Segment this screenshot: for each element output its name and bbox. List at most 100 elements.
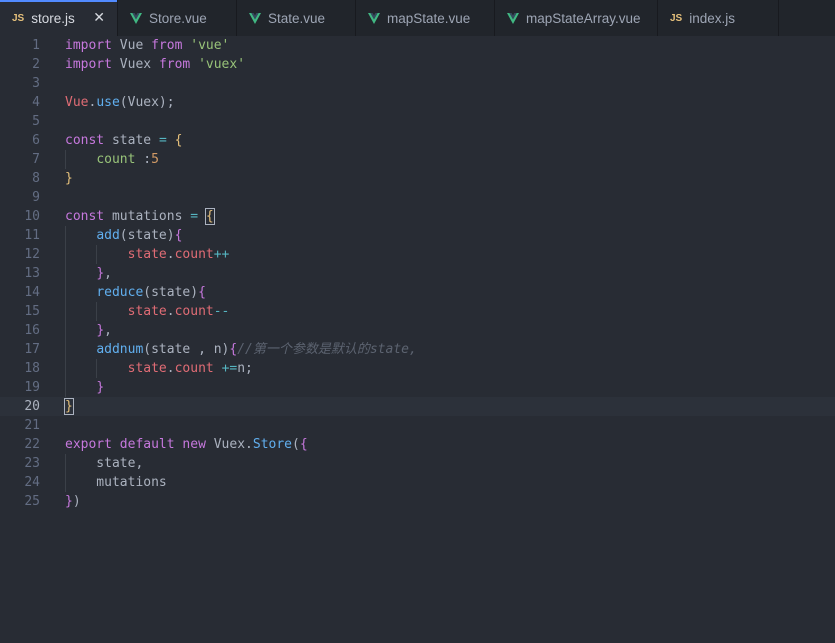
tab-mapstatearray-vue[interactable]: mapStateArray.vue xyxy=(495,0,658,36)
code-line[interactable]: 8} xyxy=(0,169,835,188)
code-line[interactable]: 13 }, xyxy=(0,264,835,283)
line-number: 22 xyxy=(24,437,40,452)
code-text: }, xyxy=(65,264,112,283)
code-token: const xyxy=(65,209,105,224)
code-token: = xyxy=(190,209,199,224)
code-token: -- xyxy=(213,304,230,319)
code-line[interactable]: 21 xyxy=(0,416,835,435)
code-line[interactable]: 15 state.count-- xyxy=(0,302,835,321)
code-line[interactable]: 2 import Vuex from 'vuex' xyxy=(0,55,835,74)
tab-store-js[interactable]: JS store.js ✕ xyxy=(0,0,118,36)
code-line[interactable]: 6 const state = { xyxy=(0,131,835,150)
code-line[interactable]: 22 export default new Vuex.Store({ xyxy=(0,435,835,454)
line-number: 15 xyxy=(24,304,40,319)
code-token: Store xyxy=(252,437,293,452)
line-number: 21 xyxy=(24,418,40,433)
tab-label: State.vue xyxy=(268,10,326,26)
code-token: (state , n) xyxy=(143,342,230,357)
js-icon: JS xyxy=(670,12,683,24)
code-token: (state) xyxy=(143,285,199,300)
js-icon: JS xyxy=(12,12,25,24)
tab-label: mapState.vue xyxy=(387,10,471,26)
code-token: 'vuex' xyxy=(198,57,246,72)
code-token: count xyxy=(174,247,214,262)
code-token: new xyxy=(182,437,206,452)
code-token: Vuex xyxy=(111,57,159,72)
code-token: addnum xyxy=(96,342,144,357)
code-text: state.count +=n; xyxy=(65,359,253,378)
code-line[interactable]: 16 }, xyxy=(0,321,835,340)
tab-index-js[interactable]: JS index.js xyxy=(658,0,779,36)
code-token: { xyxy=(198,285,206,300)
code-line[interactable]: 1 import Vue from 'vue' xyxy=(0,36,835,55)
code-token: ( xyxy=(292,437,300,452)
tab-label: index.js xyxy=(689,10,736,26)
tab-store-vue[interactable]: Store.vue xyxy=(118,0,237,36)
code-token: = xyxy=(158,133,167,148)
code-line[interactable]: 17 addnum(state , n){//第一个参数是默认的state, xyxy=(0,340,835,359)
line-number: 25 xyxy=(24,494,40,509)
code-line[interactable]: 20} xyxy=(0,397,835,416)
code-text: export default new Vuex.Store({ xyxy=(65,435,308,454)
line-number: 4 xyxy=(32,95,40,110)
code-token: mutations xyxy=(104,209,191,224)
line-number: 11 xyxy=(24,228,40,243)
code-text: } xyxy=(64,397,74,416)
code-line[interactable]: 10 const mutations = { xyxy=(0,207,835,226)
tab-label: Store.vue xyxy=(149,10,207,26)
code-line[interactable]: 14 reduce(state){ xyxy=(0,283,835,302)
code-token: } xyxy=(65,171,73,186)
code-text: import Vue from 'vue' xyxy=(65,36,229,55)
code-line[interactable]: 5 xyxy=(0,112,835,131)
code-token: from xyxy=(158,57,191,72)
code-line[interactable]: 18 state.count +=n; xyxy=(0,359,835,378)
code-token: state xyxy=(127,361,167,376)
code-line[interactable]: 11 add(state){ xyxy=(0,226,835,245)
code-token: //第一个参数是默认的state, xyxy=(237,342,417,357)
vue-icon xyxy=(507,12,519,24)
code-text: state.count++ xyxy=(65,245,230,264)
tab-state-vue[interactable]: State.vue xyxy=(237,0,356,36)
code-line[interactable]: 9 xyxy=(0,188,835,207)
code-line[interactable]: 24 mutations xyxy=(0,473,835,492)
code-line[interactable]: 7 count :5 xyxy=(0,150,835,169)
code-token: (Vuex); xyxy=(119,95,175,110)
code-token: export xyxy=(65,437,112,452)
code-line[interactable]: 4 Vue.use(Vuex); xyxy=(0,93,835,112)
code-token: : xyxy=(135,152,152,167)
code-line[interactable]: 12 state.count++ xyxy=(0,245,835,264)
code-token: Vuex. xyxy=(205,437,253,452)
line-number: 7 xyxy=(32,152,40,167)
code-token: count xyxy=(174,304,214,319)
code-line[interactable]: 23 state, xyxy=(0,454,835,473)
code-token: } xyxy=(65,494,73,509)
code-text: const mutations = { xyxy=(65,207,215,226)
code-token: add xyxy=(96,228,120,243)
code-line[interactable]: 25}) xyxy=(0,492,835,511)
tab-mapstate-vue[interactable]: mapState.vue xyxy=(356,0,495,36)
close-tab-icon[interactable]: ✕ xyxy=(93,10,105,26)
code-line[interactable]: 3 xyxy=(0,74,835,93)
code-line[interactable]: 19 } xyxy=(0,378,835,397)
code-editor[interactable]: 1 import Vue from 'vue' 2 import Vuex from … xyxy=(0,36,835,643)
line-number: 6 xyxy=(32,133,40,148)
line-number: 2 xyxy=(32,57,40,72)
code-token: 'vue' xyxy=(190,38,230,53)
code-token: state xyxy=(104,133,159,148)
code-token: const xyxy=(65,133,105,148)
line-number: 9 xyxy=(32,190,40,205)
code-token: 5 xyxy=(151,152,159,167)
line-number: 12 xyxy=(24,247,40,262)
line-number: 8 xyxy=(32,171,40,186)
code-text: import Vuex from 'vuex' xyxy=(65,55,245,74)
code-token: default xyxy=(119,437,175,452)
